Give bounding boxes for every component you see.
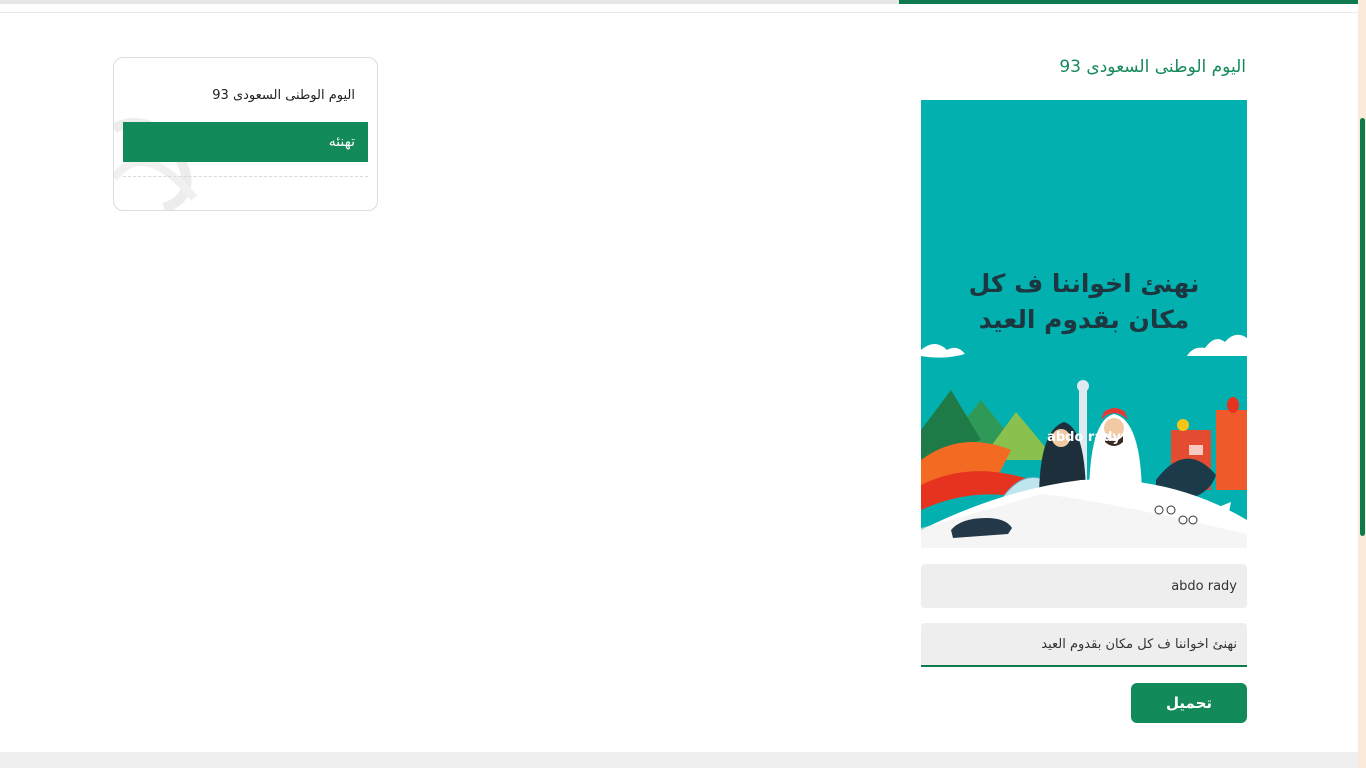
card-divider — [123, 176, 368, 177]
card-name-text: abdo rady — [1047, 430, 1121, 445]
footer-strip — [0, 752, 1358, 768]
name-input[interactable]: abdo rady — [921, 564, 1247, 608]
congratulate-button[interactable]: تهنئه — [123, 122, 368, 162]
greeting-template-card[interactable]: اليوم الوطنى السعودى 93 تهنئه — [113, 57, 378, 211]
page-title: اليوم الوطنى السعودى 93 — [1059, 57, 1246, 77]
message-input-value: نهنئ اخواننا ف كل مكان بقدوم العيد — [1041, 636, 1237, 652]
scrollbar-thumb[interactable] — [1360, 118, 1365, 536]
header-divider — [0, 12, 1358, 13]
top-progress-bar — [899, 0, 1358, 4]
card-greeting-text: نهنئ اخواننا ف كل مكان بقدوم العيد — [968, 269, 1200, 334]
name-input-value: abdo rady — [1171, 578, 1237, 594]
greeting-card-image: نهنئ اخواننا ف كل مكان بقدوم العيد abdo … — [921, 100, 1247, 548]
message-input[interactable]: نهنئ اخواننا ف كل مكان بقدوم العيد — [921, 623, 1247, 667]
card-template-title: اليوم الوطنى السعودى 93 — [212, 88, 355, 103]
download-button[interactable]: تحميل — [1131, 683, 1247, 723]
